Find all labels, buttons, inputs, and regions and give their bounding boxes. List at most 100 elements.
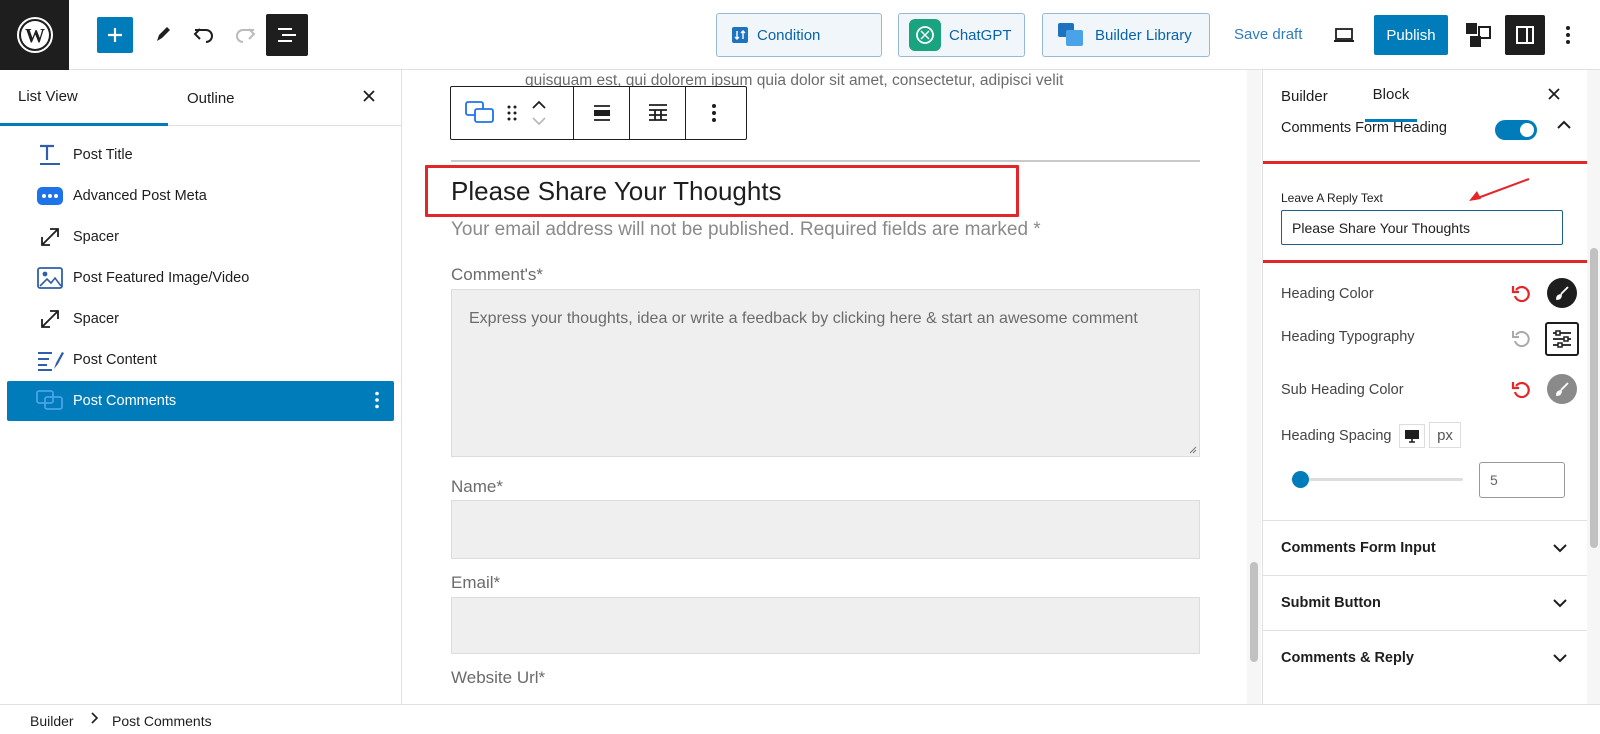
comment-textarea[interactable]: Express your thoughts, idea or write a f… xyxy=(451,289,1200,457)
condition-button[interactable]: Condition xyxy=(716,13,882,57)
left-panel-tabs: List View Outline xyxy=(0,70,402,126)
builder-library-label: Builder Library xyxy=(1095,26,1192,44)
builder-library-button[interactable]: Builder Library xyxy=(1042,13,1210,57)
spacing-number-input[interactable]: 5 xyxy=(1479,462,1565,498)
unit-selector[interactable]: px xyxy=(1429,422,1461,448)
list-item-label: Post Content xyxy=(73,352,157,368)
builder-library-icon xyxy=(1057,22,1085,48)
comments-form-subheading: Your email address will not be published… xyxy=(451,219,1041,240)
breadcrumb-separator-icon xyxy=(89,711,99,728)
layout-table-icon[interactable] xyxy=(630,87,686,139)
svg-text:W: W xyxy=(25,25,45,47)
spacing-slider-track[interactable] xyxy=(1291,478,1463,481)
sub-heading-color-swatch[interactable] xyxy=(1547,374,1577,404)
list-item-post-title[interactable]: Post Title xyxy=(7,135,394,175)
typography-settings-button[interactable] xyxy=(1545,322,1579,356)
accordion-label: Comments Form Input xyxy=(1281,540,1436,556)
condition-icon xyxy=(731,26,749,44)
block-switcher[interactable] xyxy=(451,87,574,139)
comments-form-heading[interactable]: Please Share Your Thoughts xyxy=(451,176,782,207)
blocks-icon[interactable] xyxy=(1462,15,1494,55)
preview-laptop-icon[interactable] xyxy=(1330,15,1358,55)
wordpress-logo-icon[interactable]: W xyxy=(0,0,69,70)
list-item-label: Post Comments xyxy=(73,393,177,409)
brush-icon xyxy=(1556,382,1569,396)
undo-icon[interactable] xyxy=(191,15,217,55)
heading-typography-label: Heading Typography xyxy=(1281,329,1415,345)
item-options-icon[interactable] xyxy=(374,391,380,414)
move-up-down-icon[interactable] xyxy=(531,99,547,127)
desktop-device-icon[interactable] xyxy=(1399,424,1425,448)
accordion-label: Submit Button xyxy=(1281,595,1381,611)
sliders-icon xyxy=(1553,330,1571,348)
chevron-up-icon[interactable] xyxy=(1555,116,1573,134)
name-input[interactable] xyxy=(451,500,1200,559)
comments-icon xyxy=(35,389,65,413)
settings-sidebar-toggle-icon[interactable] xyxy=(1505,15,1545,55)
accordion-comments-reply[interactable]: Comments & Reply xyxy=(1263,630,1587,685)
right-panel-tabs: Builder Block xyxy=(1263,70,1600,122)
heading-spacing-label: Heading Spacing xyxy=(1281,428,1392,444)
title-icon xyxy=(35,143,65,167)
drag-handle-icon[interactable] xyxy=(507,105,517,121)
reset-icon[interactable] xyxy=(1511,284,1531,304)
website-label: Website Url* xyxy=(451,668,546,687)
list-item-label: Spacer xyxy=(73,229,119,245)
leave-reply-input[interactable]: Please Share Your Thoughts xyxy=(1281,210,1563,245)
redo-icon[interactable] xyxy=(232,15,258,55)
resize-arrow-icon xyxy=(35,225,65,249)
email-input[interactable] xyxy=(451,597,1200,654)
list-item-post-content[interactable]: Post Content xyxy=(7,340,394,380)
chevron-down-icon xyxy=(1553,544,1567,553)
close-icon[interactable] xyxy=(1547,84,1561,107)
list-item-label: Advanced Post Meta xyxy=(73,188,207,204)
add-block-button[interactable] xyxy=(97,17,133,53)
reset-icon[interactable] xyxy=(1511,329,1531,349)
publish-button[interactable]: Publish xyxy=(1374,15,1448,55)
document-overview-button[interactable] xyxy=(266,14,308,56)
block-options-icon[interactable] xyxy=(686,87,742,139)
list-item-spacer[interactable]: Spacer xyxy=(7,299,394,339)
list-item-spacer[interactable]: Spacer xyxy=(7,217,394,257)
spacing-slider-handle[interactable] xyxy=(1291,471,1309,488)
breadcrumb-current: Post Comments xyxy=(112,713,212,729)
name-label: Name* xyxy=(451,477,503,496)
tab-builder[interactable]: Builder xyxy=(1281,70,1341,122)
accordion-comments-form-input[interactable]: Comments Form Input xyxy=(1263,520,1587,575)
tab-list-view[interactable]: List View xyxy=(0,70,168,126)
chatgpt-button[interactable]: ChatGPT xyxy=(898,13,1025,57)
chevron-down-icon xyxy=(1553,599,1567,608)
accordion-submit-button[interactable]: Submit Button xyxy=(1263,575,1587,630)
more-options-icon[interactable] xyxy=(1558,15,1578,55)
list-item-advanced-post-meta[interactable]: Advanced Post Meta xyxy=(7,176,394,216)
breadcrumb-root[interactable]: Builder xyxy=(30,713,74,729)
list-item-post-featured-image[interactable]: Post Featured Image/Video xyxy=(7,258,394,298)
chatgpt-icon xyxy=(909,19,941,51)
pencil-tool-icon[interactable] xyxy=(150,15,176,55)
heading-toggle[interactable] xyxy=(1495,120,1537,140)
top-toolbar: W Condition ChatGPT Builder Library Save… xyxy=(0,0,1600,70)
chatgpt-label: ChatGPT xyxy=(949,26,1012,44)
brush-icon xyxy=(1556,286,1569,300)
panel-scrollbar-thumb[interactable] xyxy=(1590,248,1598,548)
reset-icon[interactable] xyxy=(1511,380,1531,400)
meta-dots-icon xyxy=(35,184,65,208)
list-item-label: Post Title xyxy=(73,147,133,163)
align-icon[interactable] xyxy=(574,87,630,139)
list-item-post-comments[interactable]: Post Comments xyxy=(7,381,394,421)
save-draft-button[interactable]: Save draft xyxy=(1234,26,1302,43)
resize-arrow-icon xyxy=(35,307,65,331)
close-icon[interactable] xyxy=(362,86,376,109)
resize-handle-icon[interactable] xyxy=(1187,444,1197,454)
canvas-scrollbar-thumb[interactable] xyxy=(1250,562,1258,662)
tab-outline[interactable]: Outline xyxy=(168,70,318,126)
red-arrow-annotation-icon xyxy=(1469,178,1530,201)
chevron-down-icon xyxy=(1553,654,1567,663)
editor-canvas: quisquam est, qui dolorem ipsum quia dol… xyxy=(403,70,1247,704)
comment-label: Comment's* xyxy=(451,265,544,284)
tab-block[interactable]: Block xyxy=(1365,70,1417,122)
list-item-label: Post Featured Image/Video xyxy=(73,270,250,286)
breadcrumb: Builder Post Comments xyxy=(0,704,1600,734)
comments-divider xyxy=(451,160,1200,162)
heading-color-swatch[interactable] xyxy=(1547,278,1577,308)
